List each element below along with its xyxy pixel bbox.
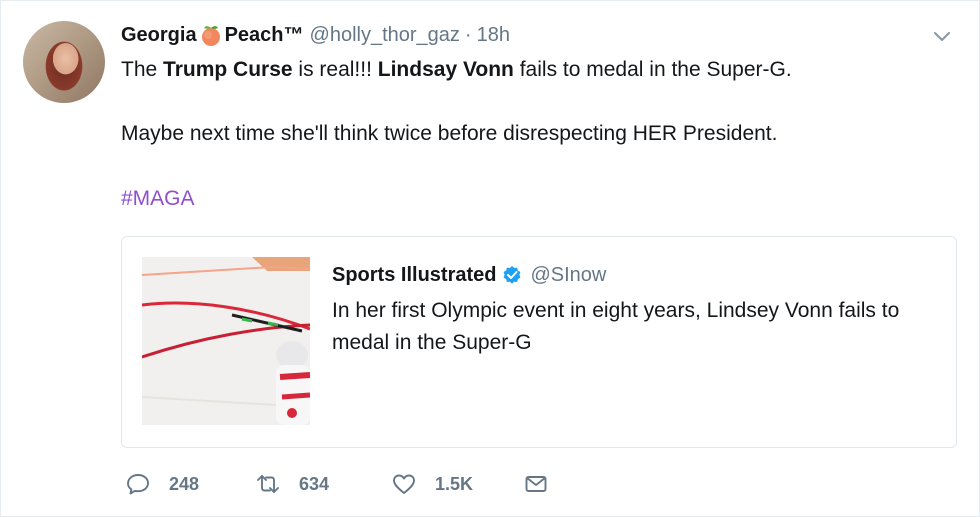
separator-dot: · bbox=[464, 23, 472, 46]
tweet-text-line1: The Trump Curse is real!!! Lindsay Vonn … bbox=[121, 56, 792, 84]
quoted-display-name[interactable]: Sports Illustrated bbox=[332, 264, 496, 287]
hashtag-link[interactable]: #MAGA bbox=[121, 185, 195, 213]
reply-button[interactable]: 248 bbox=[125, 471, 255, 497]
user-handle[interactable]: @holly_thor_gaz bbox=[310, 24, 460, 47]
display-name-part2: Peach™ bbox=[224, 23, 304, 46]
retweet-count: 634 bbox=[299, 473, 330, 494]
bold-phrase-lindsay-vonn: Lindsay Vonn bbox=[377, 58, 514, 81]
avatar[interactable] bbox=[23, 21, 105, 103]
tweet-timestamp[interactable]: 18h bbox=[477, 24, 510, 47]
text-segment: The bbox=[121, 58, 164, 81]
like-count: 1.5K bbox=[435, 473, 474, 494]
retweet-icon bbox=[257, 475, 279, 493]
tweet-actions: 248 634 1.5K bbox=[125, 469, 549, 499]
envelope-icon bbox=[525, 476, 547, 492]
quoted-tweet-header: Sports Illustrated @SInow bbox=[332, 261, 606, 289]
verified-badge-icon bbox=[504, 266, 521, 284]
reply-count: 248 bbox=[169, 473, 200, 494]
direct-message-button[interactable] bbox=[523, 471, 549, 497]
quoted-tweet[interactable]: Sports Illustrated @SInow In her first O… bbox=[121, 236, 957, 448]
quoted-tweet-text: In her first Olympic event in eight year… bbox=[332, 299, 900, 354]
display-name[interactable]: Georgia Peach™ bbox=[121, 23, 304, 47]
bold-phrase-trump-curse: Trump Curse bbox=[163, 58, 293, 81]
quoted-handle[interactable]: @SInow bbox=[530, 264, 606, 287]
tweet-text-line2: Maybe next time she'll think twice befor… bbox=[121, 122, 778, 145]
quoted-tweet-image bbox=[142, 257, 310, 425]
chevron-down-icon[interactable] bbox=[931, 25, 953, 47]
display-name-part1: Georgia bbox=[121, 23, 197, 46]
retweet-button[interactable]: 634 bbox=[255, 471, 391, 497]
text-segment: fails to medal in the Super-G. bbox=[513, 58, 792, 81]
heart-icon bbox=[393, 474, 415, 494]
tweet-header: Georgia Peach™ @holly_thor_gaz · 18h bbox=[121, 21, 510, 49]
tweet-card: Georgia Peach™ @holly_thor_gaz · 18h The… bbox=[0, 0, 980, 517]
reply-icon bbox=[127, 474, 149, 495]
peach-icon bbox=[201, 26, 220, 46]
text-segment: is real!!! bbox=[292, 58, 378, 81]
like-button[interactable]: 1.5K bbox=[391, 471, 523, 497]
